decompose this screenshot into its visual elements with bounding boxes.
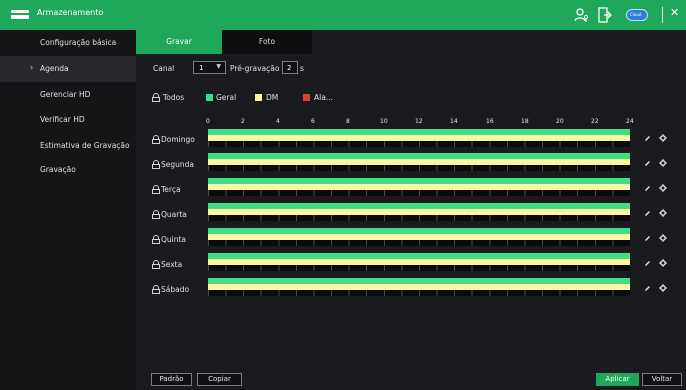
schedule-timeline[interactable] (208, 253, 630, 271)
sidebar-item-agenda[interactable]: › Agenda (0, 56, 136, 82)
sidebar-item-label: Gerenciar HD (40, 90, 91, 99)
day-label: Segunda (161, 160, 194, 169)
hour-label: 20 (556, 118, 564, 125)
main-panel: Gravar Foto Canal 1 ▼ Pré-gravação 2 s T… (136, 30, 686, 390)
hour-label: 14 (450, 118, 458, 125)
edit-icon[interactable] (645, 286, 650, 291)
sidebar-item-label: Estimativa de Gravação (40, 141, 130, 150)
legend-dm-checkbox[interactable] (255, 94, 262, 101)
edit-icon[interactable] (645, 236, 650, 241)
legend-geral-label: Geral (216, 93, 237, 102)
edit-icon[interactable] (645, 136, 650, 141)
hour-label: 0 (206, 118, 210, 125)
sidebar-item-gerenciar-hd[interactable]: Gerenciar HD (0, 82, 136, 108)
edit-icon[interactable] (645, 186, 650, 191)
chevron-down-icon: ▼ (216, 63, 221, 70)
day-label: Sábado (161, 285, 190, 294)
sidebar-item-estimativa-de-gravacao[interactable]: Estimativa de Gravação (0, 133, 136, 159)
schedule-timeline[interactable] (208, 228, 630, 246)
day-label: Quarta (161, 210, 187, 219)
schedule-timeline[interactable] (208, 178, 630, 196)
user-icon[interactable] (574, 7, 590, 23)
hour-label: 18 (521, 118, 529, 125)
sidebar-item-label: Gravação (40, 165, 76, 174)
day-label: Sexta (161, 260, 183, 269)
legend-geral-checkbox[interactable] (206, 94, 213, 101)
canal-select[interactable]: 1 ▼ (193, 61, 226, 74)
lock-icon[interactable] (152, 260, 160, 269)
hour-label: 12 (415, 118, 423, 125)
gear-icon[interactable] (659, 134, 667, 142)
sidebar-item-configuracao-basica[interactable]: Configuração básica (0, 30, 136, 56)
gear-icon[interactable] (659, 284, 667, 292)
hour-label: 10 (380, 118, 388, 125)
lock-icon[interactable] (152, 235, 160, 244)
lock-icon[interactable] (152, 185, 160, 194)
lock-icon[interactable] (152, 160, 160, 169)
gear-icon[interactable] (659, 259, 667, 267)
edit-icon[interactable] (645, 261, 650, 266)
legend-alarme-label: Ala... (314, 93, 333, 102)
hour-label: 2 (241, 118, 245, 125)
day-label: Domingo (161, 135, 195, 144)
pregravacao-value: 2 (287, 64, 292, 72)
schedule-timeline[interactable] (208, 278, 630, 296)
hour-label: 6 (311, 118, 315, 125)
title-separator (662, 7, 663, 23)
schedule-timeline[interactable] (208, 129, 630, 147)
legend-dm-label: DM (266, 93, 279, 102)
cloud-pill-label: Cloud (630, 12, 642, 17)
sidebar-item-gravacao[interactable]: Gravação (0, 157, 136, 183)
gear-icon[interactable] (659, 184, 667, 192)
lock-icon[interactable] (152, 93, 160, 102)
tab-gravar[interactable]: Gravar (136, 30, 222, 54)
pregravacao-input[interactable]: 2 (282, 61, 298, 74)
window-title: Armazenamento (37, 8, 104, 17)
padrao-button[interactable]: Padrão (151, 373, 192, 386)
gear-icon[interactable] (659, 209, 667, 217)
lock-icon[interactable] (152, 210, 160, 219)
cloud-pill-icon[interactable]: Cloud (626, 9, 648, 21)
legend-alarme-checkbox[interactable] (303, 94, 310, 101)
lock-icon[interactable] (152, 285, 160, 294)
title-bar: Armazenamento Cloud ✕ (0, 0, 686, 30)
sidebar-item-label: Configuração básica (40, 38, 117, 47)
sidebar: Configuração básica › Agenda Gerenciar H… (0, 30, 136, 390)
edit-icon[interactable] (645, 211, 650, 216)
day-label: Terça (161, 185, 181, 194)
aplicar-button[interactable]: Aplicar (596, 373, 639, 386)
canal-value: 1 (199, 64, 204, 72)
canal-label: Canal (153, 64, 175, 73)
exit-icon[interactable] (598, 7, 612, 23)
sidebar-item-verificar-hd[interactable]: Verificar HD (0, 107, 136, 133)
schedule-timeline[interactable] (208, 153, 630, 171)
pregravacao-label: Pré-gravação (230, 64, 280, 73)
hour-label: 22 (591, 118, 599, 125)
day-label: Quinta (161, 235, 187, 244)
sidebar-item-label: Verificar HD (40, 115, 85, 124)
storage-icon (11, 10, 29, 19)
voltar-button[interactable]: Voltar (642, 373, 682, 386)
hour-label: 8 (346, 118, 350, 125)
sidebar-item-label: Agenda (40, 64, 69, 73)
copiar-button[interactable]: Copiar (197, 373, 242, 386)
schedule-timeline[interactable] (208, 203, 630, 221)
chevron-right-icon: › (30, 63, 34, 72)
hour-label: 16 (486, 118, 494, 125)
close-icon[interactable]: ✕ (670, 6, 679, 19)
gear-icon[interactable] (659, 159, 667, 167)
hour-label: 24 (626, 118, 634, 125)
gear-icon[interactable] (659, 234, 667, 242)
tab-foto[interactable]: Foto (222, 30, 312, 54)
edit-icon[interactable] (645, 161, 650, 166)
legend-todos: Todos (163, 93, 185, 102)
lock-icon[interactable] (152, 135, 160, 144)
hour-label: 4 (276, 118, 280, 125)
pregravacao-unit: s (300, 64, 304, 73)
